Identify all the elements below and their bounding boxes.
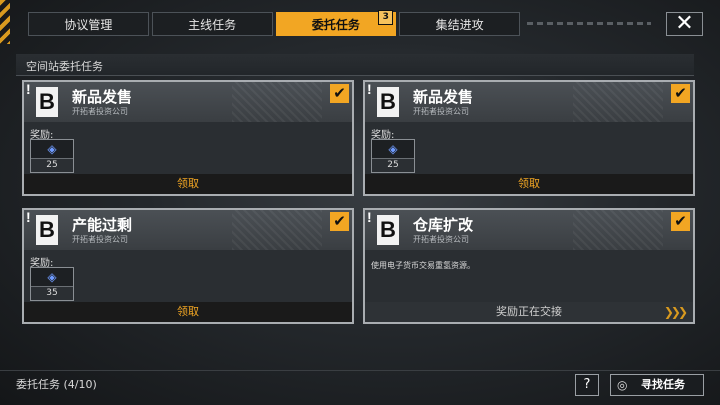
- grade-badge: B: [36, 87, 58, 117]
- quest-card: ! B 仓库扩改 开拓者投资公司 ✔ 使用电子货币交易重氢资源。 奖励正在交接 …: [363, 208, 695, 324]
- find-quest-label: 寻找任务: [641, 378, 685, 391]
- quest-description: 使用电子货币交易重氢资源。: [371, 261, 475, 270]
- tab-rally-attack[interactable]: 集结进攻: [399, 12, 520, 36]
- reward-item[interactable]: ◈ 25: [371, 139, 415, 173]
- tab-protocol-management[interactable]: 协议管理: [28, 12, 149, 36]
- card-subtitle: 开拓者投资公司: [413, 235, 469, 244]
- checkmark-icon[interactable]: ✔: [671, 212, 690, 231]
- quest-card: ! B 新品发售 开拓者投资公司 ✔ 奖励: ◈ 25 领取: [363, 80, 695, 196]
- checkmark-icon[interactable]: ✔: [330, 84, 349, 103]
- help-icon: ?: [583, 377, 591, 392]
- quest-status: 奖励正在交接 ❯❯❯: [365, 302, 693, 322]
- card-subtitle: 开拓者投资公司: [72, 235, 128, 244]
- crystal-icon: ◈: [47, 270, 57, 284]
- close-icon: ✕: [675, 11, 694, 36]
- section-header: 空间站委托任务: [16, 54, 694, 76]
- tab-label: 协议管理: [64, 18, 113, 32]
- tab-label: 主线任务: [188, 18, 237, 32]
- chevrons-icon: ❯❯❯: [663, 305, 688, 319]
- card-subtitle: 开拓者投资公司: [413, 107, 469, 116]
- crystal-icon: ◈: [47, 142, 57, 156]
- card-title: 新品发售: [413, 88, 474, 106]
- quest-card: ! B 新品发售 开拓者投资公司 ✔ 奖励: ◈ 25 领取: [22, 80, 354, 196]
- claim-button[interactable]: 领取: [24, 302, 352, 322]
- claim-button[interactable]: 领取: [365, 174, 693, 194]
- tab-label: 委托任务: [311, 18, 360, 32]
- reward-count: 35: [31, 286, 73, 300]
- hazard-stripes-left: [0, 0, 10, 44]
- tab-bar: 协议管理 主线任务 委托任务 3 集结进攻: [28, 10, 520, 36]
- radar-icon: ◎: [617, 378, 628, 392]
- card-title: 新品发售: [72, 88, 133, 106]
- reward-count: 25: [31, 158, 73, 172]
- crystal-icon: ◈: [388, 142, 398, 156]
- section-title: 空间站委托任务: [26, 60, 103, 73]
- reward-item[interactable]: ◈ 35: [30, 267, 74, 301]
- grade-badge: B: [377, 215, 399, 245]
- alert-icon: !: [367, 209, 372, 225]
- quest-card: ! B 产能过剩 开拓者投资公司 ✔ 奖励: ◈ 35 领取: [22, 208, 354, 324]
- card-title: 仓库扩改: [413, 216, 474, 234]
- decorative-divider: [527, 22, 651, 25]
- find-quest-button[interactable]: ◎ 寻找任务: [610, 374, 704, 396]
- tab-main-quests[interactable]: 主线任务: [151, 12, 273, 36]
- grade-badge: B: [36, 215, 58, 245]
- alert-icon: !: [26, 81, 31, 97]
- close-button[interactable]: ✕: [666, 12, 703, 36]
- alert-icon: !: [26, 209, 31, 225]
- commission-progress: 委托任务 (4/10): [16, 378, 97, 391]
- reward-count: 25: [372, 158, 414, 172]
- tab-count-badge: 3: [378, 10, 394, 25]
- grade-badge: B: [377, 87, 399, 117]
- claim-button[interactable]: 领取: [24, 174, 352, 194]
- status-text: 奖励正在交接: [496, 305, 562, 318]
- tab-commission-quests[interactable]: 委托任务 3: [275, 10, 397, 36]
- tab-label: 集结进攻: [435, 18, 484, 32]
- card-title: 产能过剩: [72, 216, 133, 234]
- checkmark-icon[interactable]: ✔: [671, 84, 690, 103]
- footer-divider: [0, 370, 720, 371]
- checkmark-icon[interactable]: ✔: [330, 212, 349, 231]
- alert-icon: !: [367, 81, 372, 97]
- reward-item[interactable]: ◈ 25: [30, 139, 74, 173]
- card-subtitle: 开拓者投资公司: [72, 107, 128, 116]
- help-button[interactable]: ?: [575, 374, 599, 396]
